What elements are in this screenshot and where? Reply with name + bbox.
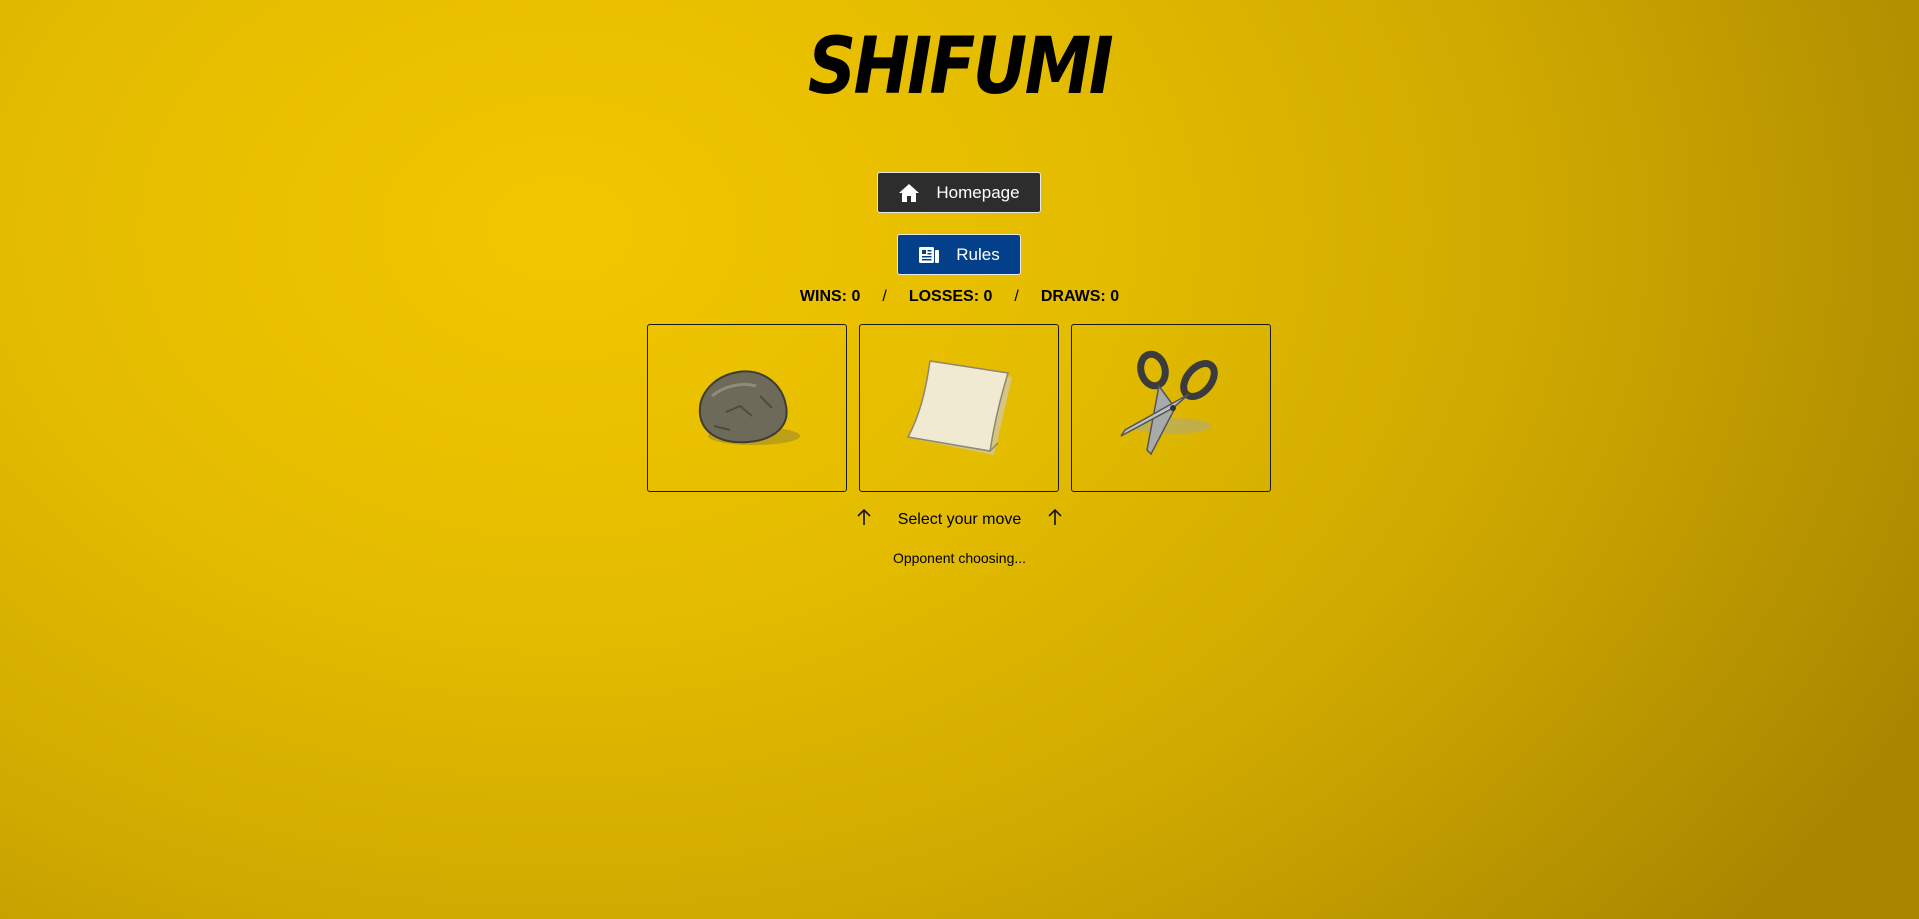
scissors-card[interactable]	[1071, 324, 1271, 492]
select-move-text: Select your move	[897, 510, 1022, 528]
home-icon	[898, 183, 920, 203]
move-options	[647, 324, 1271, 492]
arrow-up-icon	[856, 508, 872, 531]
opponent-status: Opponent choosing...	[892, 550, 1027, 566]
arrow-up-icon	[1047, 508, 1063, 531]
scissors-icon	[1111, 346, 1231, 471]
paper-icon	[894, 351, 1024, 466]
select-prompt: Select your move	[0, 508, 1919, 531]
score-separator: /	[1014, 288, 1019, 305]
draws-count: DRAWS: 0	[1040, 288, 1120, 305]
rules-label: Rules	[956, 244, 1000, 264]
scoreboard: WINS: 0 / LOSSES: 0 / DRAWS: 0	[0, 288, 1919, 306]
paper-card[interactable]	[859, 324, 1059, 492]
homepage-label: Homepage	[936, 182, 1020, 202]
game-title: SHIFUMI	[807, 22, 1114, 112]
homepage-button[interactable]: Homepage	[877, 172, 1041, 213]
score-separator: /	[882, 288, 887, 305]
wins-count: WINS: 0	[799, 288, 861, 305]
rock-icon	[682, 356, 812, 461]
newspaper-icon	[918, 245, 940, 265]
rules-button[interactable]: Rules	[897, 234, 1021, 275]
losses-count: LOSSES: 0	[908, 288, 993, 305]
rock-card[interactable]	[647, 324, 847, 492]
